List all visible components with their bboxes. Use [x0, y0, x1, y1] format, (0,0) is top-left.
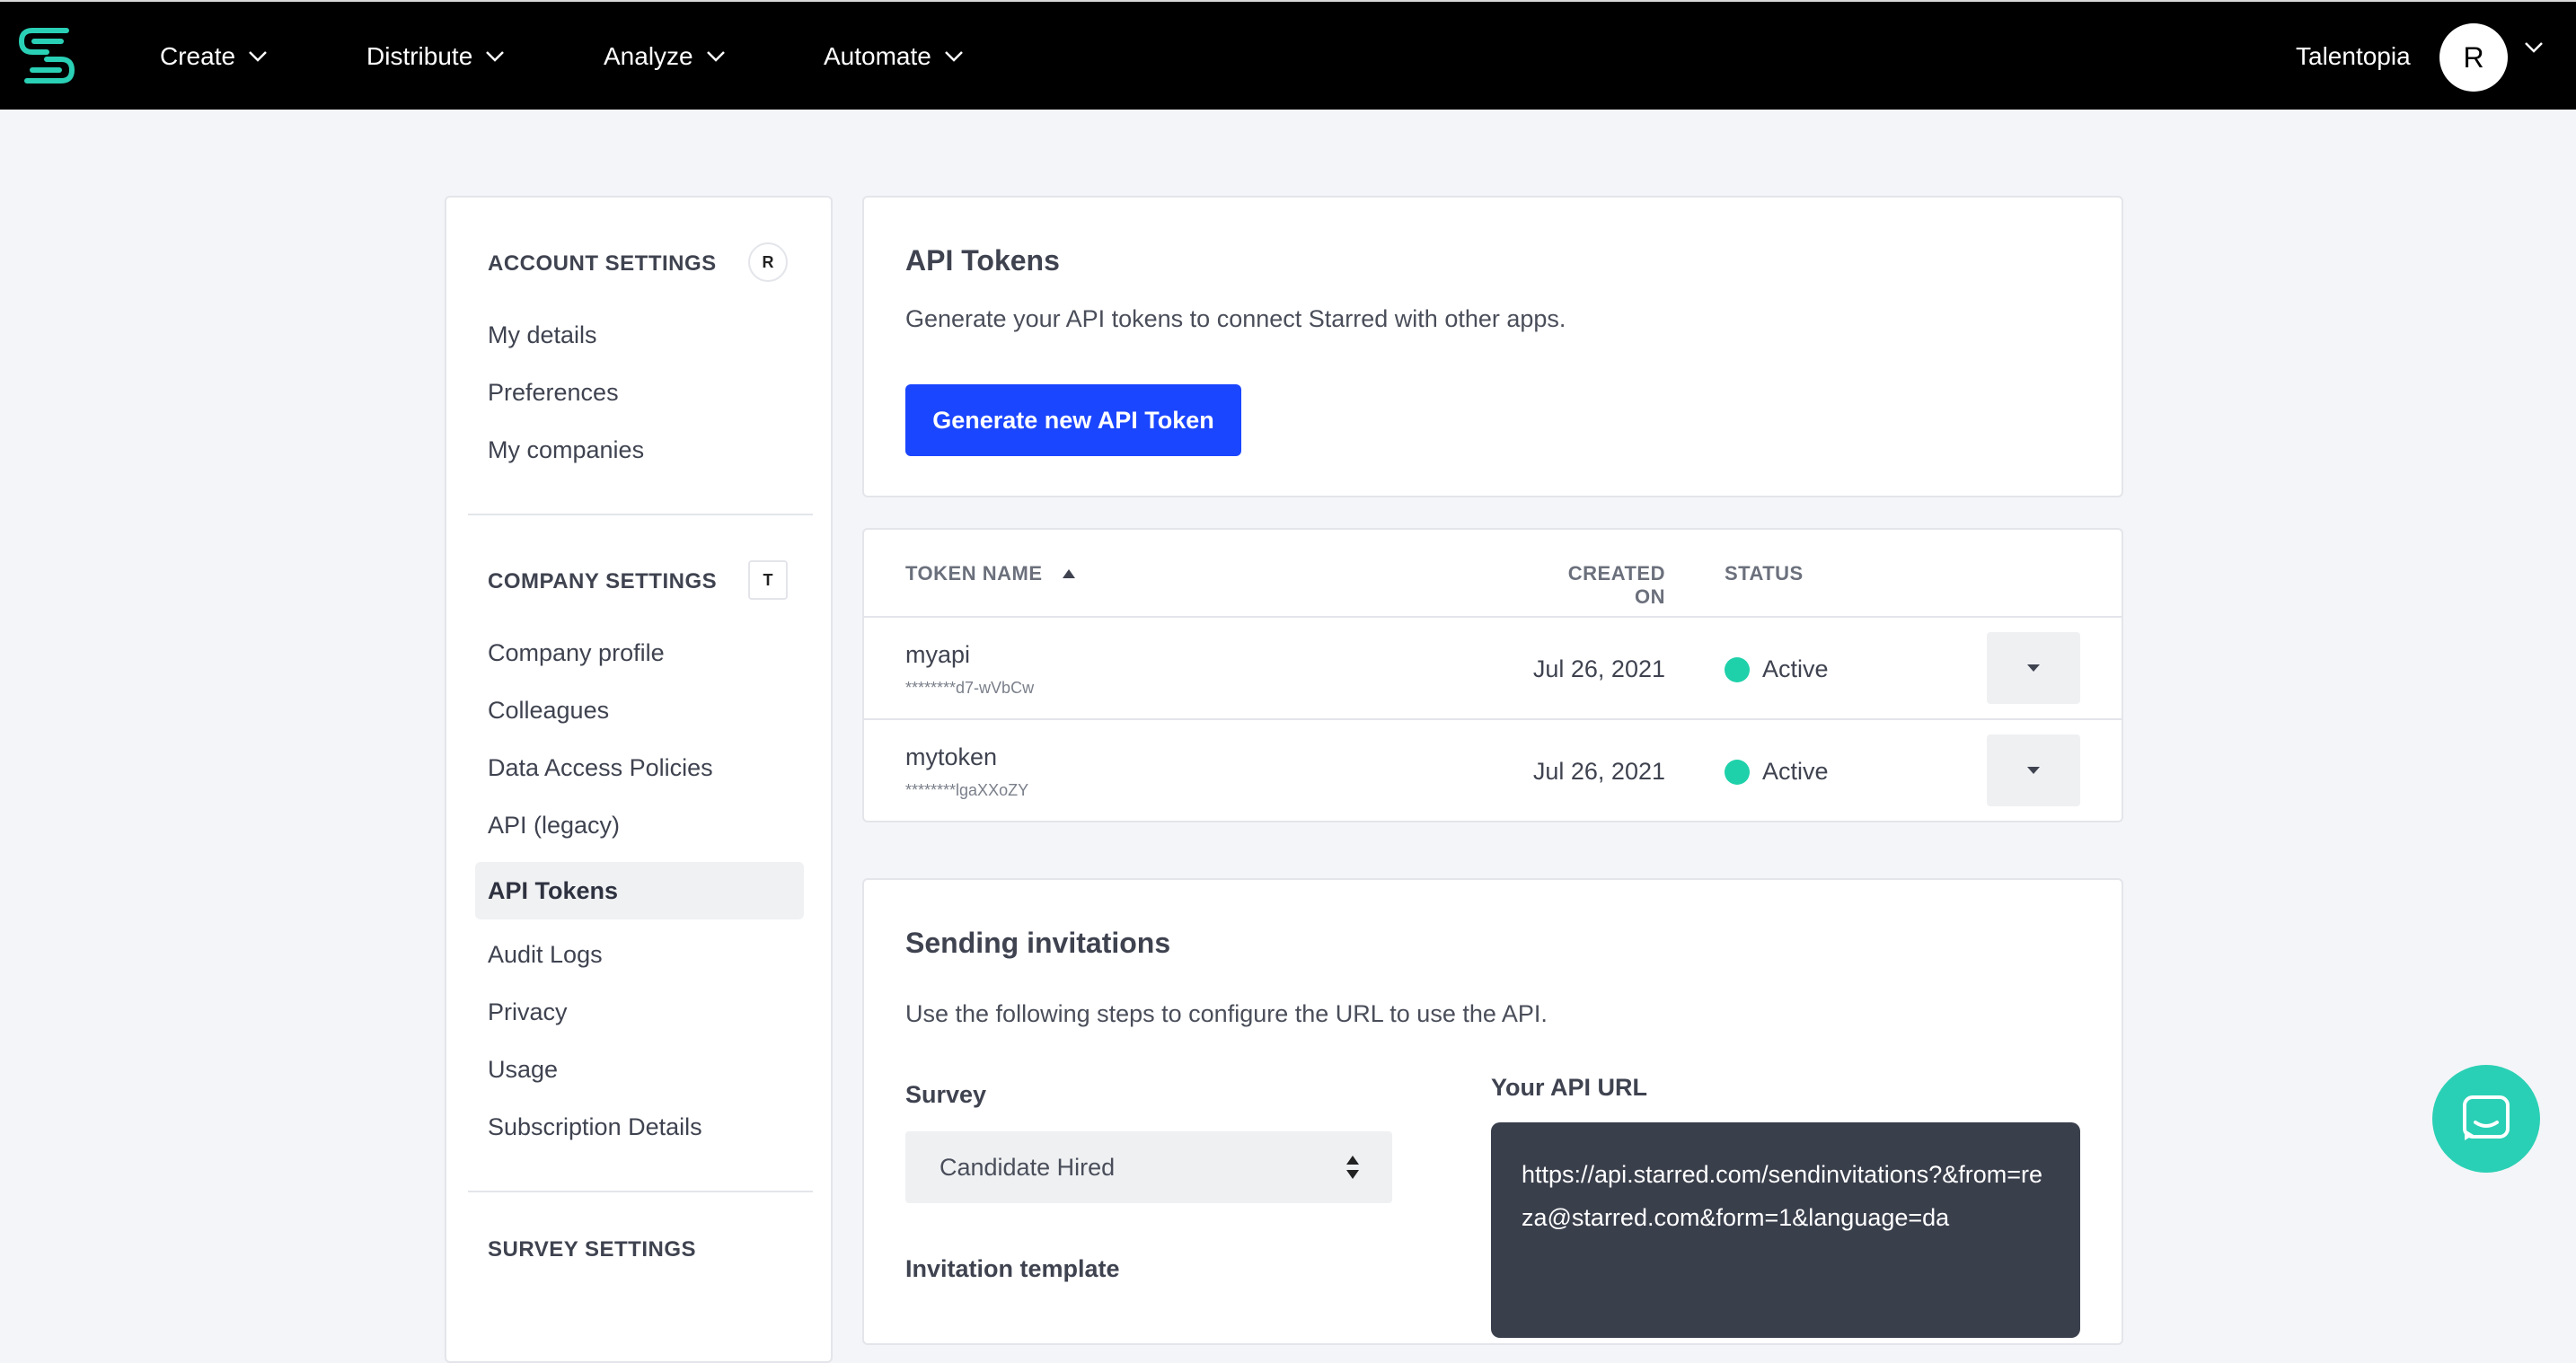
caret-down-icon: [2027, 664, 2040, 672]
token-name: myapi: [905, 641, 971, 668]
token-created-date: Jul 26, 2021: [1532, 655, 1665, 682]
nav-create[interactable]: Create: [160, 2, 268, 111]
nav-create-label: Create: [160, 42, 236, 70]
column-header-token-name[interactable]: TOKEN NAME: [905, 562, 1077, 585]
generate-token-button[interactable]: Generate new API Token: [905, 384, 1241, 456]
nav-automate-label: Automate: [824, 42, 931, 70]
chevron-down-icon: [944, 51, 963, 62]
table-divider: [864, 616, 2122, 618]
company-settings-heading: COMPANY SETTINGS: [488, 569, 718, 594]
token-masked-value: ********lgaXXoZY: [905, 781, 1029, 799]
tokens-table: TOKEN NAME CREATED ON STATUS myapi *****…: [862, 528, 2123, 822]
sidebar-item-api-tokens[interactable]: API Tokens: [475, 862, 804, 919]
chevron-down-icon: [706, 51, 725, 62]
token-status: Active: [1762, 655, 1829, 682]
select-arrows-icon: [1346, 1156, 1359, 1179]
sort-ascending-icon: [1063, 569, 1076, 578]
api-tokens-description: Generate your API tokens to connect Star…: [905, 305, 1566, 332]
sidebar-item-audit-logs[interactable]: Audit Logs: [488, 941, 603, 969]
chevron-down-icon: [249, 51, 267, 62]
api-tokens-card: API Tokens Generate your API tokens to c…: [862, 196, 2123, 497]
column-header-token-name-label: TOKEN NAME: [905, 562, 1043, 585]
nav-automate[interactable]: Automate: [824, 2, 964, 111]
invitation-template-label: Invitation template: [905, 1255, 1120, 1282]
api-url-label: Your API URL: [1491, 1074, 1647, 1101]
sidebar-divider: [468, 514, 813, 515]
token-masked-value: ********d7-wVbCw: [905, 679, 1035, 697]
status-active-dot: [1725, 657, 1750, 682]
account-badge: R: [748, 242, 788, 282]
sidebar-divider: [468, 1191, 813, 1192]
chat-launcher-button[interactable]: [2432, 1065, 2540, 1173]
chat-icon: [2463, 1095, 2510, 1140]
sidebar-item-company-profile[interactable]: Company profile: [488, 639, 665, 667]
starred-logo-icon[interactable]: [14, 23, 79, 88]
token-actions-dropdown[interactable]: [1987, 632, 2080, 704]
token-actions-dropdown[interactable]: [1987, 734, 2080, 806]
survey-settings-heading: SURVEY SETTINGS: [488, 1237, 697, 1262]
token-created-date: Jul 26, 2021: [1532, 758, 1665, 785]
column-header-status: STATUS: [1725, 562, 1804, 585]
column-header-created-on: CREATED ON: [1567, 562, 1665, 608]
sidebar-item-api-legacy[interactable]: API (legacy): [488, 812, 620, 840]
sidebar-item-preferences[interactable]: Preferences: [488, 379, 619, 407]
chevron-down-icon[interactable]: [2524, 41, 2544, 54]
settings-sidebar: ACCOUNT SETTINGS R My details Preference…: [445, 196, 833, 1363]
company-badge: T: [748, 560, 788, 600]
top-navbar: Create Distribute Analyze Automate Talen…: [0, 0, 2576, 110]
sidebar-item-usage[interactable]: Usage: [488, 1056, 558, 1084]
nav-distribute[interactable]: Distribute: [366, 2, 505, 111]
sending-invitations-card: Sending invitations Use the following st…: [862, 878, 2123, 1345]
token-status: Active: [1762, 758, 1829, 785]
table-row-divider: [864, 718, 2122, 720]
token-name: mytoken: [905, 743, 998, 770]
survey-select[interactable]: Candidate Hired: [905, 1131, 1392, 1203]
sidebar-item-data-access-policies[interactable]: Data Access Policies: [488, 754, 713, 782]
survey-label: Survey: [905, 1081, 987, 1108]
chevron-down-icon: [486, 51, 505, 62]
nav-analyze-label: Analyze: [604, 42, 693, 70]
sidebar-item-colleagues[interactable]: Colleagues: [488, 697, 609, 725]
organization-name[interactable]: Talentopia: [2296, 2, 2411, 111]
api-url-value[interactable]: https://api.starred.com/sendinvitations?…: [1491, 1122, 2080, 1338]
sending-invitations-title: Sending invitations: [905, 927, 1171, 959]
page-title: API Tokens: [905, 244, 1060, 277]
nav-distribute-label: Distribute: [366, 42, 473, 70]
account-settings-heading: ACCOUNT SETTINGS: [488, 251, 717, 276]
sidebar-item-my-details[interactable]: My details: [488, 321, 597, 349]
nav-analyze[interactable]: Analyze: [604, 2, 726, 111]
user-avatar[interactable]: R: [2439, 23, 2508, 92]
sidebar-item-my-companies[interactable]: My companies: [488, 436, 644, 464]
status-active-dot: [1725, 760, 1750, 785]
sidebar-item-subscription-details[interactable]: Subscription Details: [488, 1113, 702, 1141]
sidebar-item-privacy[interactable]: Privacy: [488, 998, 568, 1026]
sending-invitations-description: Use the following steps to configure the…: [905, 1000, 1548, 1027]
caret-down-icon: [2027, 767, 2040, 774]
survey-selected-value: Candidate Hired: [940, 1153, 1116, 1181]
